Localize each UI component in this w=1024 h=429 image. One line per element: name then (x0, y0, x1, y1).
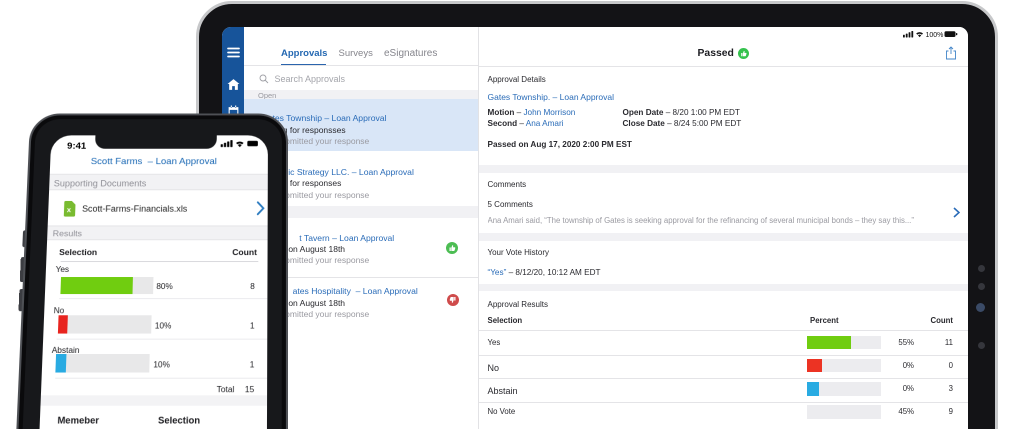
svg-text:x: x (67, 207, 72, 215)
svg-text:100%: 100% (926, 32, 944, 38)
